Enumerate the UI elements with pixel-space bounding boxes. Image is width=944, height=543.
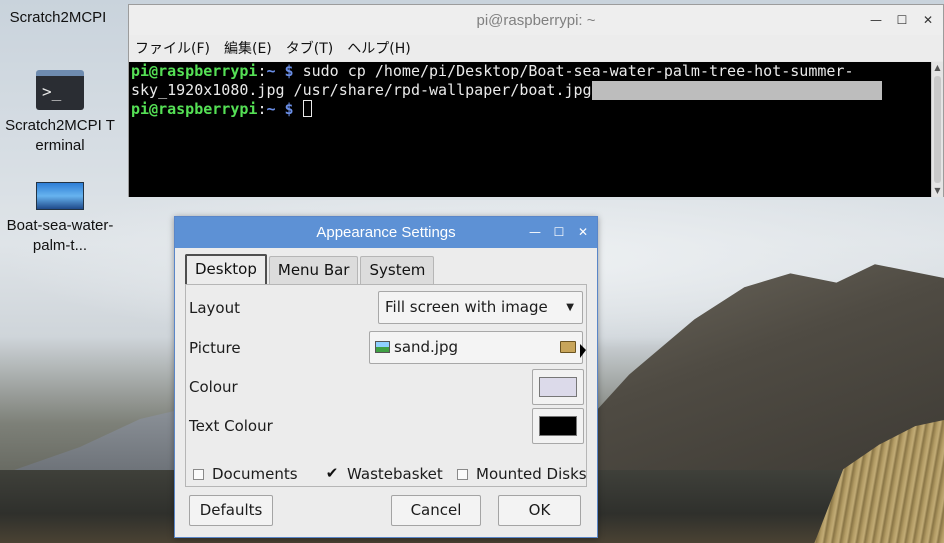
terminal-scrollbar[interactable]: ▲ ▼ — [931, 62, 943, 197]
terminal-title: pi@raspberrypi: ~ — [476, 12, 596, 29]
appearance-settings-dialog[interactable]: Appearance Settings — ☐ ✕ Desktop Menu B… — [174, 216, 598, 538]
terminal-line: sky_1920x1080.jpg /usr/share/rpd-wallpap… — [131, 81, 930, 100]
documents-checkbox[interactable] — [193, 468, 204, 480]
documents-label: Documents — [212, 465, 298, 483]
minimize-icon[interactable]: — — [867, 12, 885, 28]
desktop-icon-label: Scratch2MCPI — [9, 9, 107, 26]
maximize-icon[interactable]: ☐ — [893, 12, 911, 28]
scroll-up-icon[interactable]: ▲ — [932, 62, 943, 74]
image-file-icon — [375, 341, 390, 353]
terminal-window[interactable]: pi@raspberrypi: ~ — ☐ ✕ ファイル(F) 編集(E) タブ… — [128, 4, 944, 197]
mounted-disks-label: Mounted Disks — [476, 465, 587, 483]
mounted-disks-checkbox[interactable] — [457, 468, 468, 480]
colour-label: Colour — [189, 378, 238, 396]
picture-file-chooser[interactable]: sand.jpg — [369, 331, 586, 364]
menu-tabs[interactable]: タブ(T) — [286, 38, 333, 58]
picture-file-name: sand.jpg — [394, 338, 459, 356]
close-icon[interactable]: ✕ — [919, 12, 937, 28]
image-file-icon — [36, 182, 84, 210]
tab-system[interactable]: System — [360, 256, 435, 284]
desktop-icon-label: Boat-sea-water-palm-t... — [6, 217, 114, 254]
desktop-icon-scratch2mcpi-terminal[interactable]: >_ Scratch2MCPI Terminal — [4, 70, 116, 156]
wastebasket-checkbox-item[interactable]: ✔ Wastebasket — [325, 465, 443, 483]
menu-file[interactable]: ファイル(F) — [135, 38, 210, 58]
scrollbar-thumb[interactable] — [934, 76, 941, 183]
cancel-button[interactable]: Cancel — [391, 495, 481, 526]
layout-select-value: Fill screen with image — [385, 298, 548, 316]
picture-label: Picture — [189, 339, 241, 357]
wastebasket-checkbox[interactable]: ✔ — [325, 465, 339, 480]
colour-picker-button[interactable] — [532, 369, 584, 405]
text-cursor — [302, 100, 312, 117]
folder-icon — [560, 341, 576, 353]
terminal-output[interactable]: pi@raspberrypi:~ $ sudo cp /home/pi/Desk… — [129, 62, 932, 197]
mounted-disks-checkbox-item[interactable]: Mounted Disks — [457, 465, 587, 483]
text-colour-swatch — [539, 416, 577, 436]
terminal-line: pi@raspberrypi:~ $ sudo cp /home/pi/Desk… — [131, 62, 854, 80]
mouse-pointer-icon — [580, 344, 586, 358]
terminal-titlebar[interactable]: pi@raspberrypi: ~ — ☐ ✕ — [129, 5, 943, 35]
terminal-menubar: ファイル(F) 編集(E) タブ(T) ヘルプ(H) — [129, 35, 943, 61]
text-colour-label: Text Colour — [189, 417, 273, 435]
colour-swatch — [539, 377, 577, 397]
desktop-icon-boat-image[interactable]: Boat-sea-water-palm-t... — [4, 182, 116, 256]
dialog-titlebar[interactable]: Appearance Settings — ☐ ✕ — [175, 217, 597, 248]
ok-button[interactable]: OK — [498, 495, 581, 526]
scroll-down-icon[interactable]: ▼ — [932, 185, 943, 197]
layout-label: Layout — [189, 299, 240, 317]
desktop-icon-label: Scratch2MCPI Terminal — [5, 117, 115, 154]
defaults-button[interactable]: Defaults — [189, 495, 273, 526]
desktop-icon-scratch2mcpi[interactable]: Scratch2MCPI — [2, 8, 114, 28]
terminal-icon: >_ — [36, 70, 84, 110]
dropdown-arrow-icon: ▼ — [566, 302, 574, 313]
desktop-tab-panel: Layout Fill screen with image ▼ Picture … — [185, 284, 587, 487]
wastebasket-label: Wastebasket — [347, 465, 443, 483]
text-colour-picker-button[interactable] — [532, 408, 584, 444]
wallpaper-hill — [0, 405, 200, 475]
menu-help[interactable]: ヘルプ(H) — [347, 38, 410, 58]
selection-highlight — [591, 81, 882, 100]
terminal-line: pi@raspberrypi:~ $ — [131, 100, 930, 119]
tab-desktop[interactable]: Desktop — [185, 254, 267, 286]
menu-edit[interactable]: 編集(E) — [224, 38, 272, 58]
tab-menu-bar[interactable]: Menu Bar — [268, 256, 359, 284]
layout-select[interactable]: Fill screen with image ▼ — [378, 291, 583, 324]
minimize-icon[interactable]: — — [527, 225, 543, 240]
maximize-icon[interactable]: ☐ — [551, 225, 567, 240]
documents-checkbox-item[interactable]: Documents — [193, 465, 298, 483]
close-icon[interactable]: ✕ — [575, 225, 591, 240]
